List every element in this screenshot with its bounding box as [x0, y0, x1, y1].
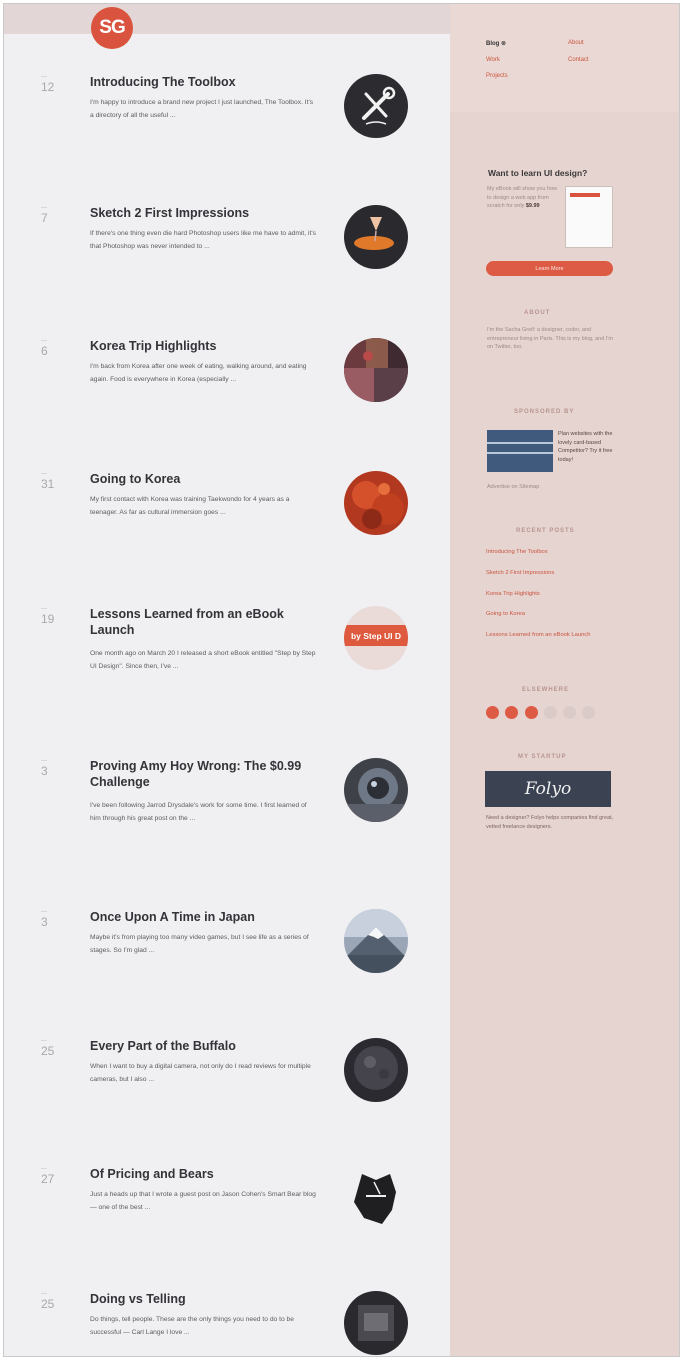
recent-post-link[interactable]: Going to Korea — [486, 610, 614, 619]
startup-text: Need a designer? Folyo helps companies f… — [486, 815, 614, 830]
post-excerpt: I've been following Jarrod Drysdale's wo… — [90, 802, 307, 822]
post-title[interactable]: Proving Amy Hoy Wrong: The $0.99 Challen… — [90, 758, 315, 790]
post-excerpt: Maybe it's from playing too many video g… — [90, 934, 309, 954]
post-item[interactable]: — 19 Lessons Learned from an eBook Launc… — [4, 606, 450, 726]
about-title: ABOUT — [524, 310, 551, 316]
nav-about[interactable]: About — [568, 40, 584, 46]
post-item[interactable]: — 25 Every Part of the Buffalo When I wa… — [4, 1038, 450, 1158]
sponsor-ad[interactable] — [487, 430, 553, 472]
post-day: 3 — [41, 915, 48, 929]
ebook-heading: Want to learn UI design? — [488, 168, 588, 178]
post-title[interactable]: Lessons Learned from an eBook Launch — [90, 606, 315, 638]
post-title[interactable]: Going to Korea — [90, 471, 315, 487]
learn-more-button[interactable]: Learn More — [486, 261, 613, 276]
post-item[interactable]: — 6 Korea Trip Highlights I'm back from … — [4, 338, 450, 458]
ebook-text: My eBook will show you how to design a w… — [487, 186, 558, 209]
about-text: I'm the Sacha Greif: a designer, coder, … — [487, 327, 613, 350]
recent-post-link[interactable]: Sketch 2 First Impressions — [486, 569, 614, 578]
post-thumbnail[interactable] — [344, 1291, 408, 1355]
nav-contact[interactable]: Contact — [568, 57, 589, 63]
post-item[interactable]: — 25 Doing vs Telling Do things, tell pe… — [4, 1291, 450, 1356]
nav-work[interactable]: Work — [486, 57, 500, 63]
post-day: 27 — [41, 1172, 55, 1186]
site-logo[interactable]: SG — [91, 7, 133, 49]
post-excerpt: I'm happy to introduce a brand new proje… — [90, 99, 314, 119]
github-icon[interactable] — [505, 706, 518, 719]
nav-projects[interactable]: Projects — [486, 73, 508, 79]
post-thumbnail[interactable] — [344, 74, 408, 138]
sidebar: Blog ⊗ About Work Contact Projects Want … — [450, 4, 679, 1356]
post-day: 25 — [41, 1044, 55, 1058]
post-day: 19 — [41, 612, 55, 626]
elsewhere-title: ELSEWHERE — [522, 687, 570, 693]
post-thumbnail[interactable] — [344, 205, 408, 269]
post-title[interactable]: Once Upon A Time in Japan — [90, 909, 315, 925]
post-thumbnail[interactable] — [344, 758, 408, 822]
post-item[interactable]: — 7 Sketch 2 First Impressions If there'… — [4, 205, 450, 325]
post-day: 25 — [41, 1297, 55, 1311]
post-thumbnail[interactable]: by Step UI D — [344, 606, 408, 670]
recent-post-link[interactable]: Introducing The Toolbox — [486, 548, 614, 557]
post-item[interactable]: — 31 Going to Korea My first contact wit… — [4, 471, 450, 591]
post-item[interactable]: — 12 Introducing The Toolbox I'm happy t… — [4, 74, 450, 194]
sponsor-text: Plan websites with the lovely card-based… — [558, 431, 613, 463]
post-thumbnail[interactable] — [344, 471, 408, 535]
post-day: 3 — [41, 764, 48, 778]
ebook-cover[interactable] — [565, 186, 613, 248]
email-icon[interactable] — [582, 706, 595, 719]
browser-frame: SG — 12 Introducing The Toolbox I'm happ… — [3, 3, 680, 1357]
post-day: 6 — [41, 344, 48, 358]
advertise-link[interactable]: Advertise on Sitemap — [487, 483, 615, 492]
post-item[interactable]: — 27 Of Pricing and Bears Just a heads u… — [4, 1166, 450, 1286]
post-day: 31 — [41, 477, 55, 491]
recent-posts-title: RECENT POSTS — [516, 528, 575, 534]
post-excerpt: One month ago on March 20 I released a s… — [90, 650, 316, 670]
post-excerpt: I'm back from Korea after one week of ea… — [90, 363, 307, 383]
post-thumbnail[interactable] — [344, 909, 408, 973]
post-title[interactable]: Of Pricing and Bears — [90, 1166, 315, 1182]
post-item[interactable]: — 3 Proving Amy Hoy Wrong: The $0.99 Cha… — [4, 758, 450, 878]
sponsored-title: SPONSORED BY — [514, 409, 575, 415]
sidebar-header — [450, 4, 679, 112]
post-excerpt: Do things, tell people. These are the on… — [90, 1316, 294, 1336]
post-day: 12 — [41, 80, 55, 94]
nav-blog[interactable]: Blog ⊗ — [486, 40, 506, 47]
rss-icon[interactable] — [563, 706, 576, 719]
post-day: 7 — [41, 211, 48, 225]
twitter-icon[interactable] — [544, 706, 557, 719]
startup-title: MY STARTUP — [518, 754, 567, 760]
post-thumbnail[interactable] — [344, 1038, 408, 1102]
post-thumbnail[interactable] — [344, 1166, 408, 1230]
ebook-cover-text: by Step UI D — [344, 625, 408, 646]
recent-post-link[interactable]: Korea Trip Highlights — [486, 590, 614, 599]
post-excerpt: My first contact with Korea was training… — [90, 496, 290, 516]
folyo-banner[interactable]: Folyo — [485, 771, 611, 807]
dribbble-icon[interactable] — [486, 706, 499, 719]
post-title[interactable]: Doing vs Telling — [90, 1291, 315, 1307]
post-title[interactable]: Korea Trip Highlights — [90, 338, 315, 354]
post-item[interactable]: — 3 Once Upon A Time in Japan Maybe it's… — [4, 909, 450, 1029]
post-excerpt: When I want to buy a digital camera, not… — [90, 1063, 311, 1083]
post-title[interactable]: Sketch 2 First Impressions — [90, 205, 315, 221]
quora-icon[interactable] — [525, 706, 538, 719]
post-excerpt: If there's one thing even die hard Photo… — [90, 230, 316, 250]
header-band — [4, 4, 450, 34]
post-title[interactable]: Every Part of the Buffalo — [90, 1038, 315, 1054]
recent-post-link[interactable]: Lessons Learned from an eBook Launch — [486, 631, 614, 640]
post-thumbnail[interactable] — [344, 338, 408, 402]
post-excerpt: Just a heads up that I wrote a guest pos… — [90, 1191, 316, 1211]
post-title[interactable]: Introducing The Toolbox — [90, 74, 315, 90]
